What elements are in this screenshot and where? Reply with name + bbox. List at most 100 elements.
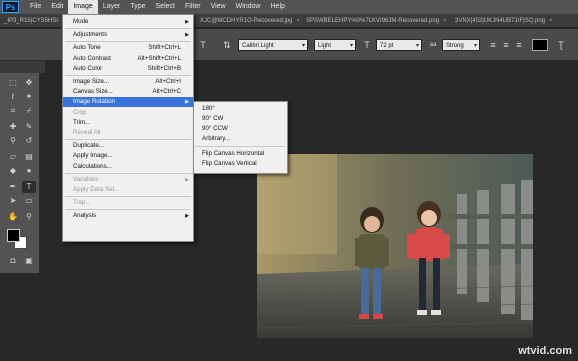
rotation-option[interactable]: Flip Canvas Horizontal <box>194 149 287 159</box>
menu-view[interactable]: View <box>206 0 231 14</box>
menu-item-label: Variables <box>73 175 99 183</box>
foreground-color-swatch[interactable] <box>7 229 20 242</box>
menu-shortcut: Shift+Ctrl+B <box>147 64 181 72</box>
menu-item-auto-tone[interactable]: Auto Tone Shift+Ctrl+L <box>63 43 193 53</box>
eraser-icon[interactable]: ▱ <box>6 151 20 163</box>
submenu-arrow-icon: ▶ <box>185 19 189 25</box>
document-tab[interactable]: _IP3_R15|CYS5HSI-× <box>4 14 67 28</box>
menu-window[interactable]: Window <box>231 0 266 14</box>
zoom-icon[interactable]: ⚲ <box>22 211 36 223</box>
menu-item-reveal-all[interactable]: Reveal All <box>63 128 193 138</box>
menu-item-canvas-size[interactable]: Canvas Size... Alt+Ctrl+C <box>63 87 193 97</box>
gradient-icon[interactable]: ▤ <box>22 151 36 163</box>
rotation-option[interactable]: Arbitrary... <box>194 134 287 144</box>
font-family-select[interactable]: Calibri Light ▾ <box>238 39 308 51</box>
type-tool-icon[interactable]: T <box>198 40 208 50</box>
hand-icon[interactable]: ✋ <box>6 211 20 223</box>
eyedropper-icon[interactable]: ⌿ <box>22 105 36 117</box>
antialias-select[interactable]: Strong ▾ <box>442 39 480 51</box>
menu-item-apply-data-set[interactable]: Apply Data Set... <box>63 185 193 195</box>
rotation-option[interactable]: 90° CW <box>194 114 287 124</box>
menu-item-adjustments[interactable]: Adjustments ▶ <box>63 30 193 40</box>
pen-icon[interactable]: ✒ <box>6 181 20 193</box>
menu-item-apply-image[interactable]: Apply Image... <box>63 151 193 161</box>
menu-item-label: Image Rotation <box>73 98 115 106</box>
menu-item-trap[interactable]: Trap... <box>63 198 193 208</box>
menu-item-label: Crop <box>73 108 87 116</box>
menu-item-label: Analysis <box>73 212 97 220</box>
rotation-option[interactable]: 90° CCW <box>194 124 287 134</box>
menu-separator <box>65 139 191 141</box>
screen-mode-icon[interactable]: ▣ <box>22 255 36 267</box>
blur-icon[interactable]: ◆ <box>6 165 20 177</box>
submenu-arrow-icon: ▶ <box>185 32 189 39</box>
menu-filter[interactable]: Filter <box>180 0 206 14</box>
lasso-icon[interactable]: ℓ <box>6 91 20 103</box>
canvas-image[interactable] <box>257 154 533 338</box>
quick-mask-icon[interactable]: ◘ <box>6 255 20 267</box>
menu-layer[interactable]: Layer <box>98 0 126 14</box>
align-right-icon[interactable]: ≡ <box>514 40 524 50</box>
menu-item-image-rotation[interactable]: Image Rotation ▶ <box>63 97 193 108</box>
dodge-icon[interactable]: ● <box>22 165 36 177</box>
chevron-down-icon: ▾ <box>415 43 419 49</box>
toolbar-handle[interactable] <box>0 61 45 73</box>
font-style-select[interactable]: Light ▾ <box>314 39 356 51</box>
document-tab[interactable]: 3VNX|452|UKJN4UB71IF|SQ.png × <box>455 14 553 28</box>
menu-item-trim[interactable]: Trim... <box>63 118 193 128</box>
menu-item-mode[interactable]: Mode ▶ <box>63 17 193 27</box>
document-tab[interactable]: SPSWBELEHPY%0%7LKVI96JM-Recovered.png × <box>306 14 447 28</box>
close-icon[interactable]: × <box>296 18 300 24</box>
shape-icon[interactable]: ▭ <box>22 195 36 207</box>
brush-icon[interactable]: ✎ <box>22 121 36 133</box>
menu-help[interactable]: Help <box>266 0 290 14</box>
menu-item-label: Apply Image... <box>73 152 113 160</box>
menu-type[interactable]: Type <box>125 0 150 14</box>
font-size-select[interactable]: 72 pt ▾ <box>376 39 422 51</box>
submenu-arrow-icon: ▶ <box>185 213 189 220</box>
menu-item-label: Adjustments <box>73 31 108 39</box>
menu-item-auto-color[interactable]: Auto Color Shift+Ctrl+B <box>63 64 193 74</box>
menu-item-calculations[interactable]: Calculations... <box>63 162 193 172</box>
align-center-icon[interactable]: ≡ <box>501 40 511 50</box>
menu-item-crop[interactable]: Crop <box>63 108 193 118</box>
menu-item-variables[interactable]: Variables ▶ <box>63 175 193 185</box>
crop-icon[interactable]: ⌗ <box>6 105 20 117</box>
menu-item-label: Canvas Size... <box>73 88 113 96</box>
text-orientation-icon[interactable]: ⇅ <box>222 40 232 50</box>
menu-select[interactable]: Select <box>151 0 180 14</box>
submenu-arrow-icon: ▶ <box>185 176 189 183</box>
chevron-down-icon: ▾ <box>301 43 305 49</box>
menu-separator <box>65 41 191 43</box>
document-tab[interactable]: XJC@MCDHYR1O-Recovered.jpg × <box>200 14 300 28</box>
menu-item-image-size[interactable]: Image Size... Alt+Ctrl+I <box>63 77 193 87</box>
photo-children-illustration <box>257 154 533 338</box>
menu-file[interactable]: File <box>25 0 46 14</box>
rotation-option[interactable]: Flip Canvas Vertical <box>194 159 287 169</box>
warp-text-icon[interactable]: Ʈ <box>556 40 566 50</box>
menu-shortcut: Shift+Ctrl+L <box>148 44 181 52</box>
align-left-icon[interactable]: ≡ <box>488 40 498 50</box>
chevron-down-icon: ▾ <box>473 43 477 49</box>
clone-stamp-icon[interactable]: ⚲ <box>6 135 20 147</box>
menu-item-duplicate[interactable]: Duplicate... <box>63 141 193 151</box>
healing-brush-icon[interactable]: ✚ <box>6 121 20 133</box>
path-selection-icon[interactable]: ➤ <box>6 195 20 207</box>
menu-bar: Ps File Edit Image Layer Type Select Filter Vie… <box>0 0 578 14</box>
close-icon[interactable]: × <box>549 18 553 24</box>
magic-wand-icon[interactable]: ✦ <box>22 91 36 103</box>
menu-separator <box>65 75 191 76</box>
text-color-swatch[interactable] <box>532 39 548 51</box>
marquee-icon[interactable]: ⬚ <box>6 77 20 89</box>
menu-separator <box>65 196 191 198</box>
menu-edit[interactable]: Edit <box>46 0 68 14</box>
type-icon[interactable]: T <box>22 181 36 193</box>
menu-item-auto-contrast[interactable]: Auto Contrast Alt+Shift+Ctrl+L <box>63 54 193 64</box>
rotation-option[interactable]: 180° <box>194 104 287 114</box>
history-brush-icon[interactable]: ↺ <box>22 135 36 147</box>
close-icon[interactable]: × <box>443 18 447 24</box>
menu-image[interactable]: Image <box>68 0 98 14</box>
menu-item-analysis[interactable]: Analysis ▶ <box>63 211 193 221</box>
menu-item-label: Duplicate... <box>73 142 104 150</box>
move-icon[interactable]: ✥ <box>22 77 36 89</box>
